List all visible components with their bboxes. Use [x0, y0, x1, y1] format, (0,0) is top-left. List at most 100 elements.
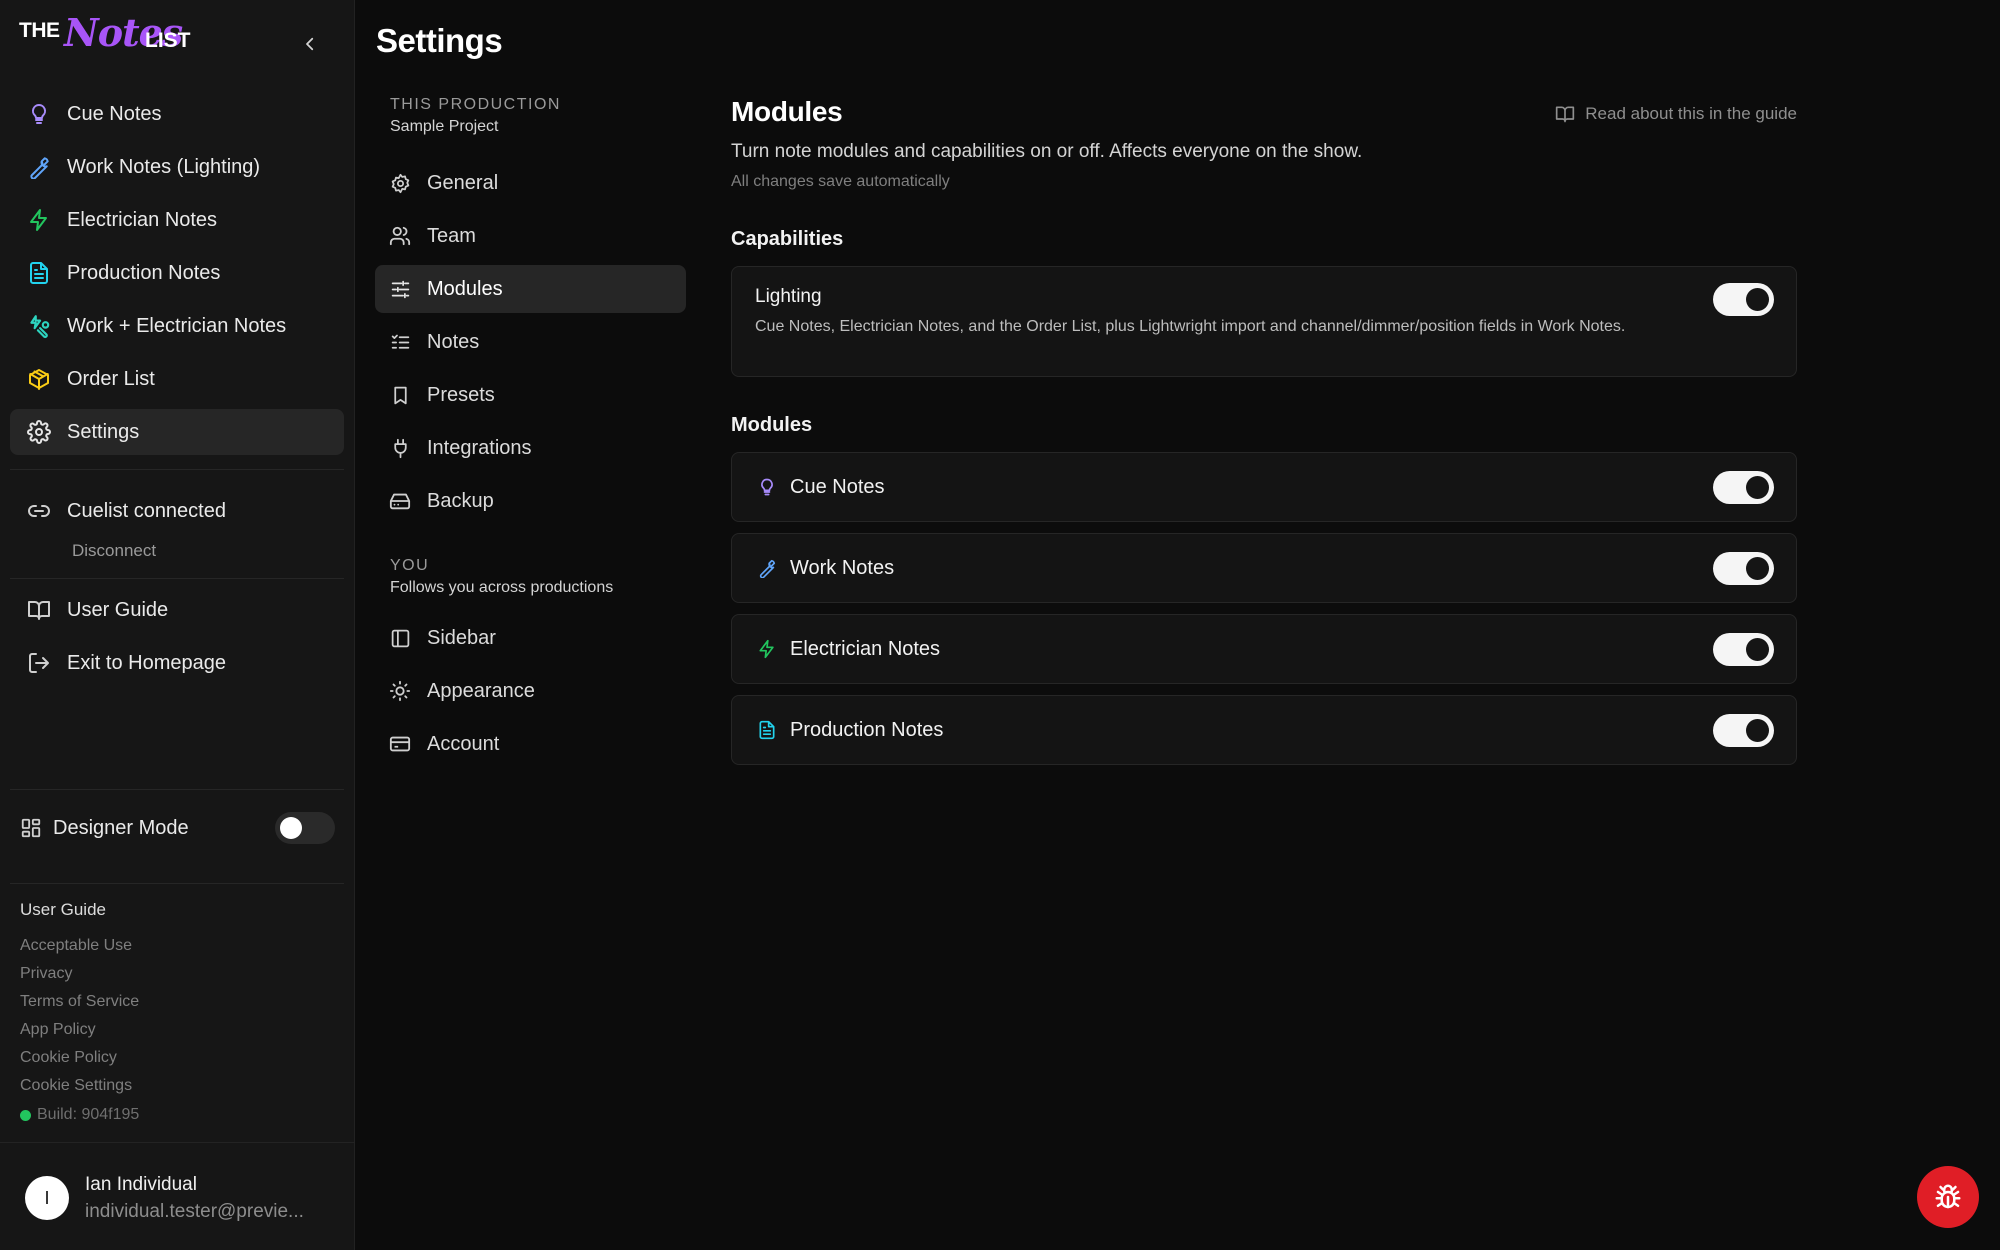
- settings-item-general[interactable]: General: [375, 159, 686, 207]
- cue-notes-toggle[interactable]: [1713, 471, 1774, 504]
- disconnect-link[interactable]: Disconnect: [72, 541, 156, 561]
- sidebar-divider: [10, 883, 344, 884]
- sidebar-item-label: Work Notes (Lighting): [67, 155, 261, 178]
- module-label: Work Notes: [790, 556, 895, 579]
- production-name: Sample Project: [390, 118, 499, 135]
- cuelist-label: Cuelist connected: [67, 499, 226, 522]
- settings-item-sidebar[interactable]: Sidebar: [375, 614, 686, 662]
- module-card-production-notes: Production Notes: [731, 695, 1797, 765]
- checklist-icon: [389, 331, 411, 353]
- logo-the: THE: [19, 19, 60, 42]
- exit-icon: [26, 650, 52, 676]
- footer-link-cookie-settings[interactable]: Cookie Settings: [20, 1072, 139, 1100]
- sidebar-nav: Cue Notes Work Notes (Lighting) Electric…: [10, 91, 344, 462]
- sidebar-item-electrician-notes[interactable]: Electrician Notes: [10, 197, 344, 243]
- sidebar-item-label: Settings: [67, 420, 140, 443]
- settings-item-integrations[interactable]: Integrations: [375, 424, 686, 472]
- module-card-electrician-notes: Electrician Notes: [731, 614, 1797, 684]
- settings-item-notes[interactable]: Notes: [375, 318, 686, 366]
- work-notes-toggle[interactable]: [1713, 552, 1774, 585]
- footer-link-terms[interactable]: Terms of Service: [20, 988, 139, 1016]
- designer-mode-toggle[interactable]: [275, 812, 335, 844]
- guide-link-label: Read about this in the guide: [1585, 104, 1797, 123]
- sidebar-item-label: Electrician Notes: [67, 208, 218, 231]
- guide-link[interactable]: Read about this in the guide: [1555, 104, 1797, 124]
- sidebar-panel-icon: [389, 627, 411, 649]
- capabilities-heading: Capabilities: [731, 228, 844, 250]
- user-profile[interactable]: I Ian Individual individual.tester@previ…: [0, 1142, 355, 1250]
- settings-item-label: Presets: [427, 383, 495, 406]
- bolt-icon: [26, 207, 52, 233]
- document-icon: [757, 720, 777, 740]
- credit-card-icon: [389, 733, 411, 755]
- sidebar-item-exit-homepage[interactable]: Exit to Homepage: [10, 640, 344, 686]
- settings-item-label: Modules: [427, 277, 503, 300]
- lighting-toggle[interactable]: [1713, 283, 1774, 316]
- settings-item-modules[interactable]: Modules: [375, 265, 686, 313]
- sidebar-item-work-notes-lighting[interactable]: Work Notes (Lighting): [10, 144, 344, 190]
- sidebar-divider: [10, 469, 344, 470]
- user-email: individual.tester@previe...: [85, 1201, 304, 1222]
- gear-icon: [389, 172, 411, 194]
- link-icon: [26, 498, 52, 524]
- bug-report-button[interactable]: [1917, 1166, 1979, 1228]
- toggle-knob: [1746, 638, 1769, 661]
- users-icon: [389, 225, 411, 247]
- settings-item-presets[interactable]: Presets: [375, 371, 686, 419]
- capability-description: Cue Notes, Electrician Notes, and the Or…: [755, 318, 1626, 335]
- sidebar-divider: [10, 578, 344, 579]
- designer-mode-label: Designer Mode: [53, 816, 189, 839]
- footer-links: User Guide Acceptable Use Privacy Terms …: [20, 900, 139, 1124]
- settings-item-label: Backup: [427, 489, 494, 512]
- designer-mode-row: Designer Mode: [20, 810, 335, 846]
- sidebar-lower-nav: User Guide Exit to Homepage: [10, 587, 344, 693]
- settings-item-team[interactable]: Team: [375, 212, 686, 260]
- build-info: Build: 904f195: [20, 1106, 139, 1124]
- footer-heading[interactable]: User Guide: [20, 900, 139, 920]
- sidebar-divider: [10, 789, 344, 790]
- sidebar-item-cue-notes[interactable]: Cue Notes: [10, 91, 344, 137]
- collapse-sidebar-button[interactable]: [296, 30, 324, 58]
- sidebar-item-user-guide[interactable]: User Guide: [10, 587, 344, 633]
- sidebar-item-label: Cue Notes: [67, 102, 162, 125]
- modules-panel: Modules Read about this in the guide Tur…: [731, 96, 1797, 765]
- box-icon: [26, 366, 52, 392]
- module-card-cue-notes: Cue Notes: [731, 452, 1797, 522]
- bug-icon: [1935, 1184, 1961, 1209]
- module-card-work-notes: Work Notes: [731, 533, 1797, 603]
- sliders-icon: [389, 278, 411, 300]
- footer-link-cookie-policy[interactable]: Cookie Policy: [20, 1044, 139, 1072]
- document-icon: [26, 260, 52, 286]
- sidebar-item-label: Exit to Homepage: [67, 651, 226, 674]
- sidebar-item-work-electrician-notes[interactable]: Work + Electrician Notes: [10, 303, 344, 349]
- capability-title: Lighting: [755, 286, 822, 307]
- sidebar-item-settings[interactable]: Settings: [10, 409, 344, 455]
- section-description: Turn note modules and capabilities on or…: [731, 141, 1363, 162]
- electrician-notes-toggle[interactable]: [1713, 633, 1774, 666]
- settings-item-account[interactable]: Account: [375, 720, 686, 768]
- settings-item-label: Account: [427, 732, 500, 755]
- settings-nav: THIS PRODUCTION Sample Project General T…: [375, 96, 686, 768]
- sidebar-item-production-notes[interactable]: Production Notes: [10, 250, 344, 296]
- module-label: Production Notes: [790, 718, 944, 741]
- settings-item-label: Sidebar: [427, 626, 496, 649]
- footer-link-privacy[interactable]: Privacy: [20, 960, 139, 988]
- wrench-bolt-icon: [26, 313, 52, 339]
- settings-item-appearance[interactable]: Appearance: [375, 667, 686, 715]
- book-icon: [1555, 104, 1575, 124]
- footer-link-app-policy[interactable]: App Policy: [20, 1016, 139, 1044]
- section-label-you: YOU: [390, 557, 430, 574]
- autosave-note: All changes save automatically: [731, 173, 950, 190]
- footer-link-acceptable-use[interactable]: Acceptable Use: [20, 932, 139, 960]
- toggle-knob: [1746, 719, 1769, 742]
- sun-icon: [389, 680, 411, 702]
- sidebar: THE Notes LIST Cue Notes Work Notes (Lig…: [0, 0, 355, 1250]
- production-notes-toggle[interactable]: [1713, 714, 1774, 747]
- plug-icon: [389, 437, 411, 459]
- bookmark-icon: [389, 384, 411, 406]
- settings-item-backup[interactable]: Backup: [375, 477, 686, 525]
- app-logo[interactable]: THE Notes LIST: [19, 10, 199, 66]
- hard-drive-icon: [389, 490, 411, 512]
- sidebar-item-order-list[interactable]: Order List: [10, 356, 344, 402]
- gear-icon: [26, 419, 52, 445]
